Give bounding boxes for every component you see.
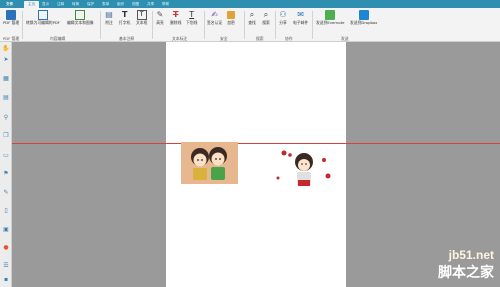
group-separator bbox=[152, 11, 153, 39]
sign-certify-button[interactable]: ✍ 签名认证 bbox=[207, 10, 222, 36]
convert-editable-button[interactable]: 转换为可编辑的PDF bbox=[26, 10, 60, 36]
lock-icon bbox=[227, 11, 235, 19]
signature-panel-icon[interactable]: ✎ bbox=[2, 189, 10, 197]
email-button[interactable]: ✉ 电子邮件 bbox=[293, 10, 308, 36]
convert-editable-label: 转换为可编辑的PDF bbox=[26, 20, 60, 25]
typewriter-label: 打字机 bbox=[119, 20, 131, 25]
tab-help[interactable]: 帮助 bbox=[162, 1, 169, 8]
pdf-manage-label: PDF 管理 bbox=[3, 20, 20, 25]
find-label: 查找 bbox=[248, 20, 256, 25]
note-button[interactable]: ▤ 附注 bbox=[104, 10, 114, 36]
sign-label: 签名认证 bbox=[207, 20, 223, 25]
edit-text-image-button[interactable]: 编辑文本和图像 bbox=[67, 10, 94, 36]
email-label: 电子邮件 bbox=[293, 20, 309, 25]
signature-icon: ✍ bbox=[211, 10, 218, 19]
dropbox-icon bbox=[358, 10, 369, 20]
page-break-line bbox=[12, 143, 500, 144]
ribbon-toolbar: PDF 管理 PDF 管理 转换为可编辑的PDF 编辑文本和图像 内容编辑 ▤ … bbox=[0, 8, 500, 42]
document-icon[interactable]: ▯ bbox=[2, 207, 10, 215]
expand-icon[interactable]: ▪ bbox=[2, 276, 10, 284]
dropbox-label: 发送到Dropbox bbox=[350, 20, 378, 25]
tab-comment[interactable]: 注释 bbox=[57, 1, 64, 8]
underline-label: 下划线 bbox=[186, 20, 198, 25]
send-evernote-button[interactable]: 发送到Evernote bbox=[316, 10, 344, 36]
group-separator bbox=[244, 11, 245, 39]
security-panel-icon[interactable]: ● bbox=[2, 244, 10, 252]
attachment-icon[interactable]: ⚲ bbox=[2, 114, 10, 122]
bookmark-icon[interactable]: ▤ bbox=[2, 94, 10, 102]
properties-icon[interactable]: ▣ bbox=[2, 226, 10, 234]
edit-text-icon bbox=[75, 10, 86, 20]
typewriter-icon: T bbox=[121, 10, 128, 19]
send-dropbox-button[interactable]: 发送到Dropbox bbox=[350, 10, 377, 36]
highlight-label: 高亮 bbox=[156, 20, 164, 25]
left-sidebar: ✋ ➤ ▦ ▤ ⚲ ❐ ▭ ⚑ ✎ ▯ ▣ ● ☰ ▪ bbox=[0, 42, 12, 287]
textbox-label: 文本框 bbox=[136, 20, 148, 25]
strikethrough-label: 删除线 bbox=[170, 20, 182, 25]
tab-file[interactable]: 文件 bbox=[6, 1, 13, 8]
typewriter-button[interactable]: T 打字机 bbox=[119, 10, 130, 36]
tab-viewmode[interactable]: 视图 bbox=[132, 1, 139, 8]
pages-icon[interactable]: ▦ bbox=[2, 75, 10, 83]
note-label: 附注 bbox=[105, 20, 113, 25]
share-label: 分享 bbox=[279, 20, 287, 25]
tab-organize[interactable]: 组织 bbox=[117, 1, 124, 8]
search-label: 搜索 bbox=[262, 20, 270, 25]
tab-protect[interactable]: 保护 bbox=[87, 1, 94, 8]
site-watermark: jb51.net 脚本之家 bbox=[438, 248, 494, 282]
group-label-content: 内容编辑 bbox=[50, 36, 66, 41]
pen-icon: ✎ bbox=[156, 10, 164, 19]
encrypt-label: 加密 bbox=[227, 20, 235, 25]
settings-icon[interactable]: ☰ bbox=[2, 262, 10, 270]
comments-icon[interactable]: ▭ bbox=[2, 152, 10, 160]
select-tool-icon[interactable]: ➤ bbox=[2, 56, 10, 64]
highlight-button[interactable]: ✎ 高亮 bbox=[155, 10, 165, 36]
share-button[interactable]: ⚇ 分享 bbox=[278, 10, 288, 36]
pdf-manage-icon bbox=[6, 10, 17, 20]
hand-tool-icon[interactable]: ✋ bbox=[2, 45, 10, 53]
tab-forms[interactable]: 表单 bbox=[102, 1, 109, 8]
ribbon-tab-bar: 文件 主页 显示 注释 转换 保护 表单 组织 视图 共享 帮助 bbox=[0, 0, 500, 8]
watermark-name: 脚本之家 bbox=[438, 265, 494, 281]
group-separator bbox=[204, 11, 205, 39]
search-button[interactable]: ⌕ 搜索 bbox=[261, 10, 271, 36]
email-icon: ✉ bbox=[297, 10, 304, 19]
search-icon: ⌕ bbox=[249, 10, 255, 19]
evernote-icon bbox=[325, 10, 336, 20]
underline-icon: T bbox=[189, 10, 195, 19]
group-separator bbox=[22, 11, 23, 39]
stamp-icon[interactable]: ⚑ bbox=[2, 170, 10, 178]
underline-button[interactable]: T 下划线 bbox=[186, 10, 197, 36]
textbox-icon: T bbox=[136, 10, 147, 20]
group-separator bbox=[100, 11, 101, 39]
textbox-button[interactable]: T 文本框 bbox=[136, 10, 147, 36]
strikethrough-button[interactable]: T 删除线 bbox=[170, 10, 181, 36]
convert-editable-icon bbox=[37, 10, 48, 20]
edit-text-label: 编辑文本和图像 bbox=[67, 20, 94, 25]
tab-convert[interactable]: 转换 bbox=[72, 1, 79, 8]
evernote-label: 发送到Evernote bbox=[316, 20, 345, 25]
pdf-manage-button[interactable]: PDF 管理 bbox=[3, 10, 19, 36]
girl-portrait-image[interactable] bbox=[274, 148, 332, 188]
tab-share[interactable]: 共享 bbox=[147, 1, 154, 8]
group-separator bbox=[312, 11, 313, 39]
strikethrough-icon: T bbox=[172, 10, 179, 19]
tab-view[interactable]: 显示 bbox=[42, 1, 49, 8]
search-doc-icon: ⌕ bbox=[263, 10, 269, 19]
cartoon-couple-image[interactable] bbox=[181, 142, 238, 184]
share-icon: ⚇ bbox=[279, 10, 287, 19]
tab-home[interactable]: 主页 bbox=[24, 1, 40, 8]
group-separator bbox=[275, 11, 276, 39]
note-icon: ▤ bbox=[105, 10, 113, 19]
watermark-domain: jb51.net bbox=[448, 248, 494, 262]
find-button[interactable]: ⌕ 查找 bbox=[247, 10, 257, 36]
layers-icon[interactable]: ❐ bbox=[2, 132, 10, 140]
encrypt-button[interactable]: 加密 bbox=[226, 10, 236, 36]
group-label-basic: 基本注释 bbox=[119, 36, 135, 41]
